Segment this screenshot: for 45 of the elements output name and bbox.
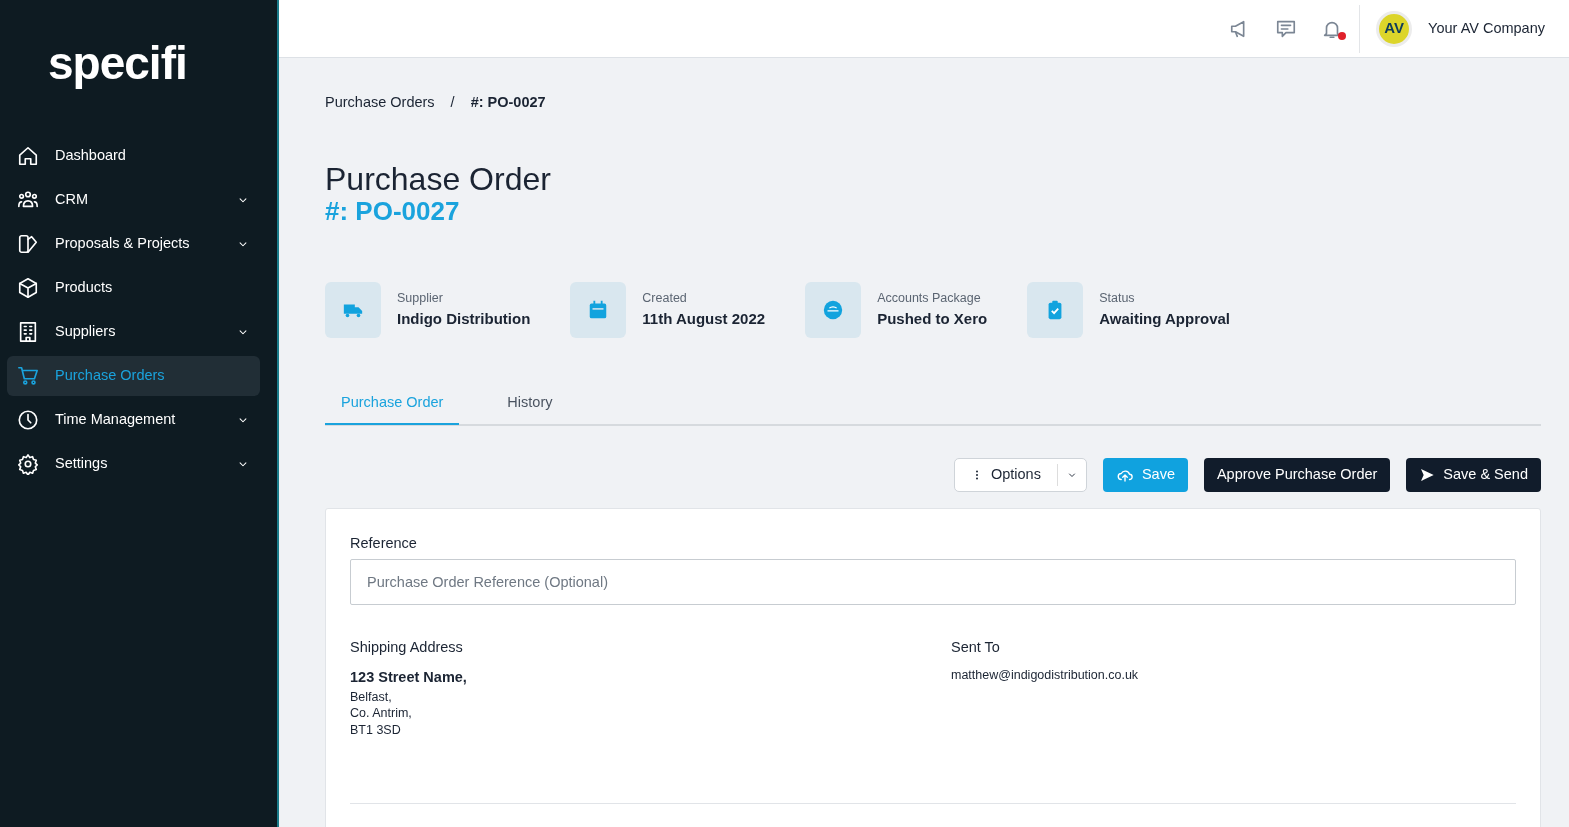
info-value: Pushed to Xero bbox=[877, 308, 988, 329]
info-label: Status bbox=[1099, 289, 1136, 307]
box-icon bbox=[17, 277, 39, 299]
breadcrumb-link[interactable]: Purchase Orders bbox=[325, 92, 435, 114]
cart-icon bbox=[17, 365, 39, 387]
field-label: Sent To bbox=[951, 638, 1001, 658]
sidebar-item[interactable]: Settings bbox=[7, 444, 260, 484]
home-icon bbox=[17, 145, 39, 167]
breadcrumb-separator: / bbox=[450, 93, 455, 112]
sidebar-item[interactable]: Suppliers bbox=[7, 312, 260, 352]
sidebar-item[interactable]: Proposals & Projects bbox=[7, 224, 260, 264]
address-line: Co. Antrim, bbox=[350, 705, 413, 723]
settings-icon bbox=[17, 453, 39, 475]
sidebar-item[interactable]: Purchase Orders bbox=[7, 356, 260, 396]
save-send-button[interactable]: Save & Send bbox=[1406, 458, 1541, 493]
approve-button[interactable]: Approve Purchase Order bbox=[1203, 458, 1391, 493]
field-label: Shipping Address bbox=[350, 638, 464, 658]
info-label: Created bbox=[642, 289, 688, 307]
tab[interactable]: History bbox=[491, 381, 569, 426]
order-number: #: PO-0027 bbox=[325, 196, 461, 226]
field-label: Reference bbox=[350, 534, 418, 554]
send-icon bbox=[1419, 467, 1436, 484]
info-value: Awaiting Approval bbox=[1099, 308, 1231, 329]
sidebar-item[interactable]: Dashboard bbox=[7, 136, 260, 176]
options-dropdown[interactable]: Options bbox=[953, 458, 1087, 493]
documents-icon bbox=[17, 233, 39, 255]
address-line: BT1 3SD bbox=[350, 722, 402, 740]
sidebar-item[interactable]: Time Management bbox=[7, 400, 260, 440]
avatar[interactable]: AV bbox=[1376, 10, 1413, 47]
address-line: 123 Street Name, bbox=[350, 667, 468, 687]
breadcrumb-current: #: PO-0027 bbox=[470, 93, 546, 112]
sidebar-item[interactable]: Products bbox=[7, 268, 260, 308]
address-line: Belfast, bbox=[350, 688, 393, 706]
info-label: Accounts Package bbox=[877, 289, 982, 307]
company-name[interactable]: Your AV Company bbox=[1428, 17, 1545, 40]
info-value: Indigo Distribution bbox=[397, 308, 531, 329]
page-title: Purchase Order bbox=[325, 161, 552, 197]
sidebar-item[interactable]: CRM bbox=[7, 180, 260, 220]
info-value: 11th August 2022 bbox=[642, 308, 766, 329]
info-label: Supplier bbox=[397, 289, 444, 307]
building-icon bbox=[17, 321, 39, 343]
options-label: Options bbox=[990, 465, 1041, 485]
clock-icon bbox=[17, 409, 39, 431]
email-address: matthew@indigodistribution.co.uk bbox=[951, 666, 1140, 684]
reference-input[interactable]: Purchase Order Reference (Optional) bbox=[350, 559, 1516, 606]
